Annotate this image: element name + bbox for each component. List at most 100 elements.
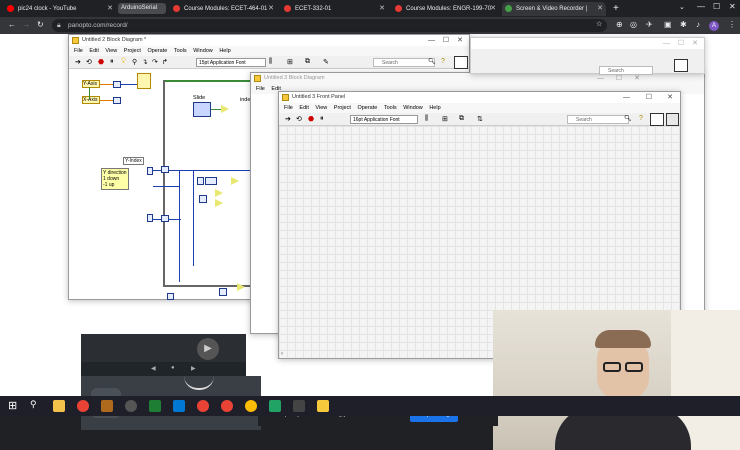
menu-tools[interactable]: Tools [384,105,397,111]
menu-project[interactable]: Project [334,105,351,111]
menu-help[interactable]: Help [429,105,440,111]
extension-icon[interactable]: ◎ [630,20,637,30]
menu-file[interactable]: File [74,48,83,54]
compare-node[interactable] [237,283,245,291]
menu-window[interactable]: Window [193,48,213,54]
search-input[interactable]: Search [567,115,629,124]
menu-icon[interactable]: ⋮ [728,20,736,30]
resize-icon[interactable]: ⧉ [459,115,464,123]
shift-register[interactable] [161,166,169,173]
tab-ecet-332[interactable]: ECET-332-01 ✕ [281,2,388,16]
window-title-bar[interactable]: Untitled 3 Front Panel — ☐ ✕ [279,92,680,103]
reorder-icon[interactable]: ⇅ [477,115,483,123]
slide-terminal[interactable] [193,102,211,117]
compare-node[interactable] [215,199,223,207]
compare-node[interactable] [215,189,223,197]
windows-start-icon[interactable]: ⊞ [8,399,17,412]
compare-node[interactable] [231,177,239,185]
menu-project[interactable]: Project [124,48,141,54]
close-icon[interactable]: ✕ [597,2,603,16]
play-icon[interactable]: ▶ [197,338,219,360]
control-icon[interactable]: ● [171,365,175,371]
maximize-icon[interactable]: ☐ [678,38,684,49]
index-node[interactable] [113,81,121,88]
excel-icon[interactable] [269,400,281,412]
shift-register[interactable] [161,215,169,222]
menu-operate[interactable]: Operate [147,48,167,54]
close-icon[interactable]: ✕ [268,2,274,16]
y-axis-control[interactable]: Y-Axis [82,80,100,88]
file-explorer-icon[interactable] [53,400,65,412]
tab-ecet-464[interactable]: Course Modules: ECET-464-01 ✕ [170,2,277,16]
menu-tools[interactable]: Tools [174,48,187,54]
forward-icon[interactable]: → [22,20,30,30]
search-icon[interactable]: 🔍︎ [624,115,632,122]
close-icon[interactable]: ✕ [667,92,673,103]
tab-panopto[interactable]: Screen & Video Recorder | ✕ [502,2,606,16]
menu-window[interactable]: Window [403,105,423,111]
search-input[interactable]: Search [373,58,435,67]
menu-view[interactable]: View [105,48,117,54]
close-icon[interactable]: ✕ [490,2,496,16]
step-into-icon[interactable]: ↴ [142,58,148,66]
menu-edit[interactable]: Edit [299,105,308,111]
numeric-node[interactable] [205,177,217,185]
font-select[interactable]: 16pt Application Font [350,115,418,124]
tab-youtube[interactable]: pic24 clock - YouTube ✕ [4,2,116,16]
bundle-node[interactable] [137,73,151,89]
tab-group-arduinoserial[interactable]: ArduinoSerial [118,3,166,14]
step-out-icon[interactable]: ↱ [162,58,168,66]
numeric-node[interactable] [199,195,207,203]
menu-edit[interactable]: Edit [89,48,98,54]
window-title-bar[interactable]: — ☐ ✕ [471,38,704,49]
extension-icon[interactable]: ⊕ [616,20,623,30]
minimize-icon[interactable]: — [428,35,435,46]
retain-wire-icon[interactable]: ⚲ [132,58,137,66]
font-select[interactable]: 15pt Application Font [196,58,266,67]
tab-engr-199[interactable]: Course Modules: ENGR-199-70 ✕ [392,2,499,16]
labview-icon[interactable] [317,400,329,412]
new-tab-button[interactable]: + [613,2,625,16]
app-icon[interactable] [293,400,305,412]
search-icon[interactable]: ⚲ [30,399,37,410]
compare-node[interactable] [221,105,229,113]
reorder-icon[interactable]: ⧉ [305,58,310,66]
minimize-icon[interactable]: — [663,38,670,49]
menu-view[interactable]: View [315,105,327,111]
run-arrow-icon[interactable]: ➔ [285,115,291,123]
highlight-execution-icon[interactable]: 💡︎ [121,58,126,66]
chrome-icon[interactable] [77,400,89,412]
pause-icon[interactable]: ⏸︎ [320,115,324,123]
distribute-icon[interactable]: ⊞ [287,58,293,66]
close-icon[interactable]: ✕ [692,38,698,49]
minimize-icon[interactable]: — [623,92,630,103]
extension-icon[interactable]: ✈ [646,20,653,30]
labview-window-behind[interactable]: — ☐ ✕ Search [470,37,705,75]
distribute-icon[interactable]: ⊞ [442,115,448,123]
close-window-icon[interactable]: ✕ [729,2,736,11]
run-arrow-icon[interactable]: ➔ [75,58,81,66]
run-continuously-icon[interactable]: ⟲ [296,115,302,123]
control-icon[interactable]: ◀ [151,365,156,372]
maximize-icon[interactable]: ☐ [646,92,652,103]
align-icon[interactable]: ⫼ [425,115,428,123]
menu-file[interactable]: File [256,86,265,92]
maximize-icon[interactable]: ☐ [443,35,449,46]
y-index-node[interactable] [147,167,153,175]
step-over-icon[interactable]: ↷ [152,58,158,66]
tab-search-icon[interactable]: ⌄ [679,3,685,11]
search-icon[interactable]: 🔍︎ [428,58,436,65]
close-icon[interactable]: ✕ [379,2,385,16]
menu-operate[interactable]: Operate [357,105,377,111]
iteration-terminal[interactable] [167,293,174,300]
y-index-node[interactable] [147,214,153,222]
abort-icon[interactable]: ⬣ [308,115,314,123]
menu-help[interactable]: Help [219,48,230,54]
app-icon[interactable] [149,400,161,412]
pause-icon[interactable]: ⏸︎ [110,58,114,66]
control-icon[interactable]: ▶ [191,365,196,372]
extensions-puzzle-icon[interactable]: ✱ [680,20,687,30]
cleanup-icon[interactable]: ✎ [323,58,329,66]
menu-file[interactable]: File [284,105,293,111]
address-bar[interactable]: 🔒︎ panopto.com/record/ [52,19,607,32]
